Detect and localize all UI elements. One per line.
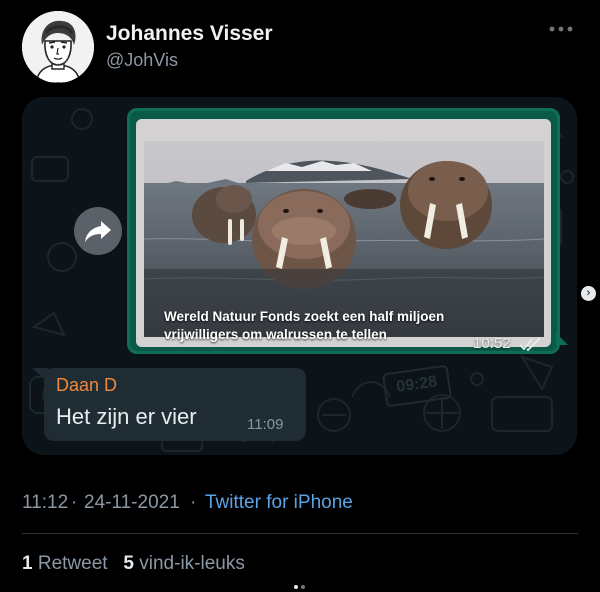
like-label: vind-ik-leuks: [139, 553, 245, 574]
tweet-date: 24-11-2021: [84, 492, 180, 513]
author-handle[interactable]: @JohVis: [106, 50, 178, 71]
chevron-right-icon[interactable]: ›: [581, 286, 596, 301]
tweet-stats: 1 Retweet 5 vind-ik-leuks: [22, 553, 245, 575]
time-date-separator: ·: [71, 492, 78, 513]
tweet-time: 11:12: [22, 492, 69, 513]
incoming-message-text: Het zijn er vier: [56, 404, 197, 429]
retweet-count: 1: [22, 553, 33, 574]
avatar[interactable]: [22, 11, 94, 83]
double-check-icon: [519, 337, 541, 352]
chat-screenshot[interactable]: 09:28 Wereld Natuur Fonds zoekt een half…: [22, 97, 577, 455]
author-name[interactable]: Johannes Visser: [106, 22, 273, 46]
avatar-illustration: [22, 11, 94, 83]
forward-icon: [85, 221, 111, 242]
photo-caption-line-1: Wereld Natuur Fonds zoekt een half miljo…: [164, 309, 445, 324]
outgoing-message[interactable]: Wereld Natuur Fonds zoekt een half miljo…: [127, 108, 560, 354]
tweet-source-link[interactable]: Twitter for iPhone: [205, 492, 353, 514]
sender-name: Daan D: [56, 375, 118, 395]
more-icon[interactable]: [548, 24, 574, 34]
retweet-label: Retweet: [37, 553, 108, 574]
incoming-message[interactable]: Daan D Het zijn er vier 11:09: [44, 368, 306, 441]
forward-button[interactable]: [74, 207, 122, 255]
incoming-timestamp: 11:09: [247, 416, 284, 433]
outgoing-timestamp: 10:52: [473, 335, 511, 352]
like-count: 5: [123, 553, 134, 574]
photo-caption: Wereld Natuur Fonds zoekt een half miljo…: [164, 308, 504, 344]
photo-caption-line-2: vrijwilligers om walrussen te tellen: [164, 327, 387, 342]
page-indicator: [294, 585, 305, 589]
retweet-stat[interactable]: 1 Retweet: [22, 553, 108, 574]
walrus-photo[interactable]: Wereld Natuur Fonds zoekt een half miljo…: [136, 119, 551, 347]
divider: [22, 533, 578, 534]
like-stat[interactable]: 5 vind-ik-leuks: [123, 553, 244, 574]
date-source-separator: ·: [190, 492, 197, 513]
